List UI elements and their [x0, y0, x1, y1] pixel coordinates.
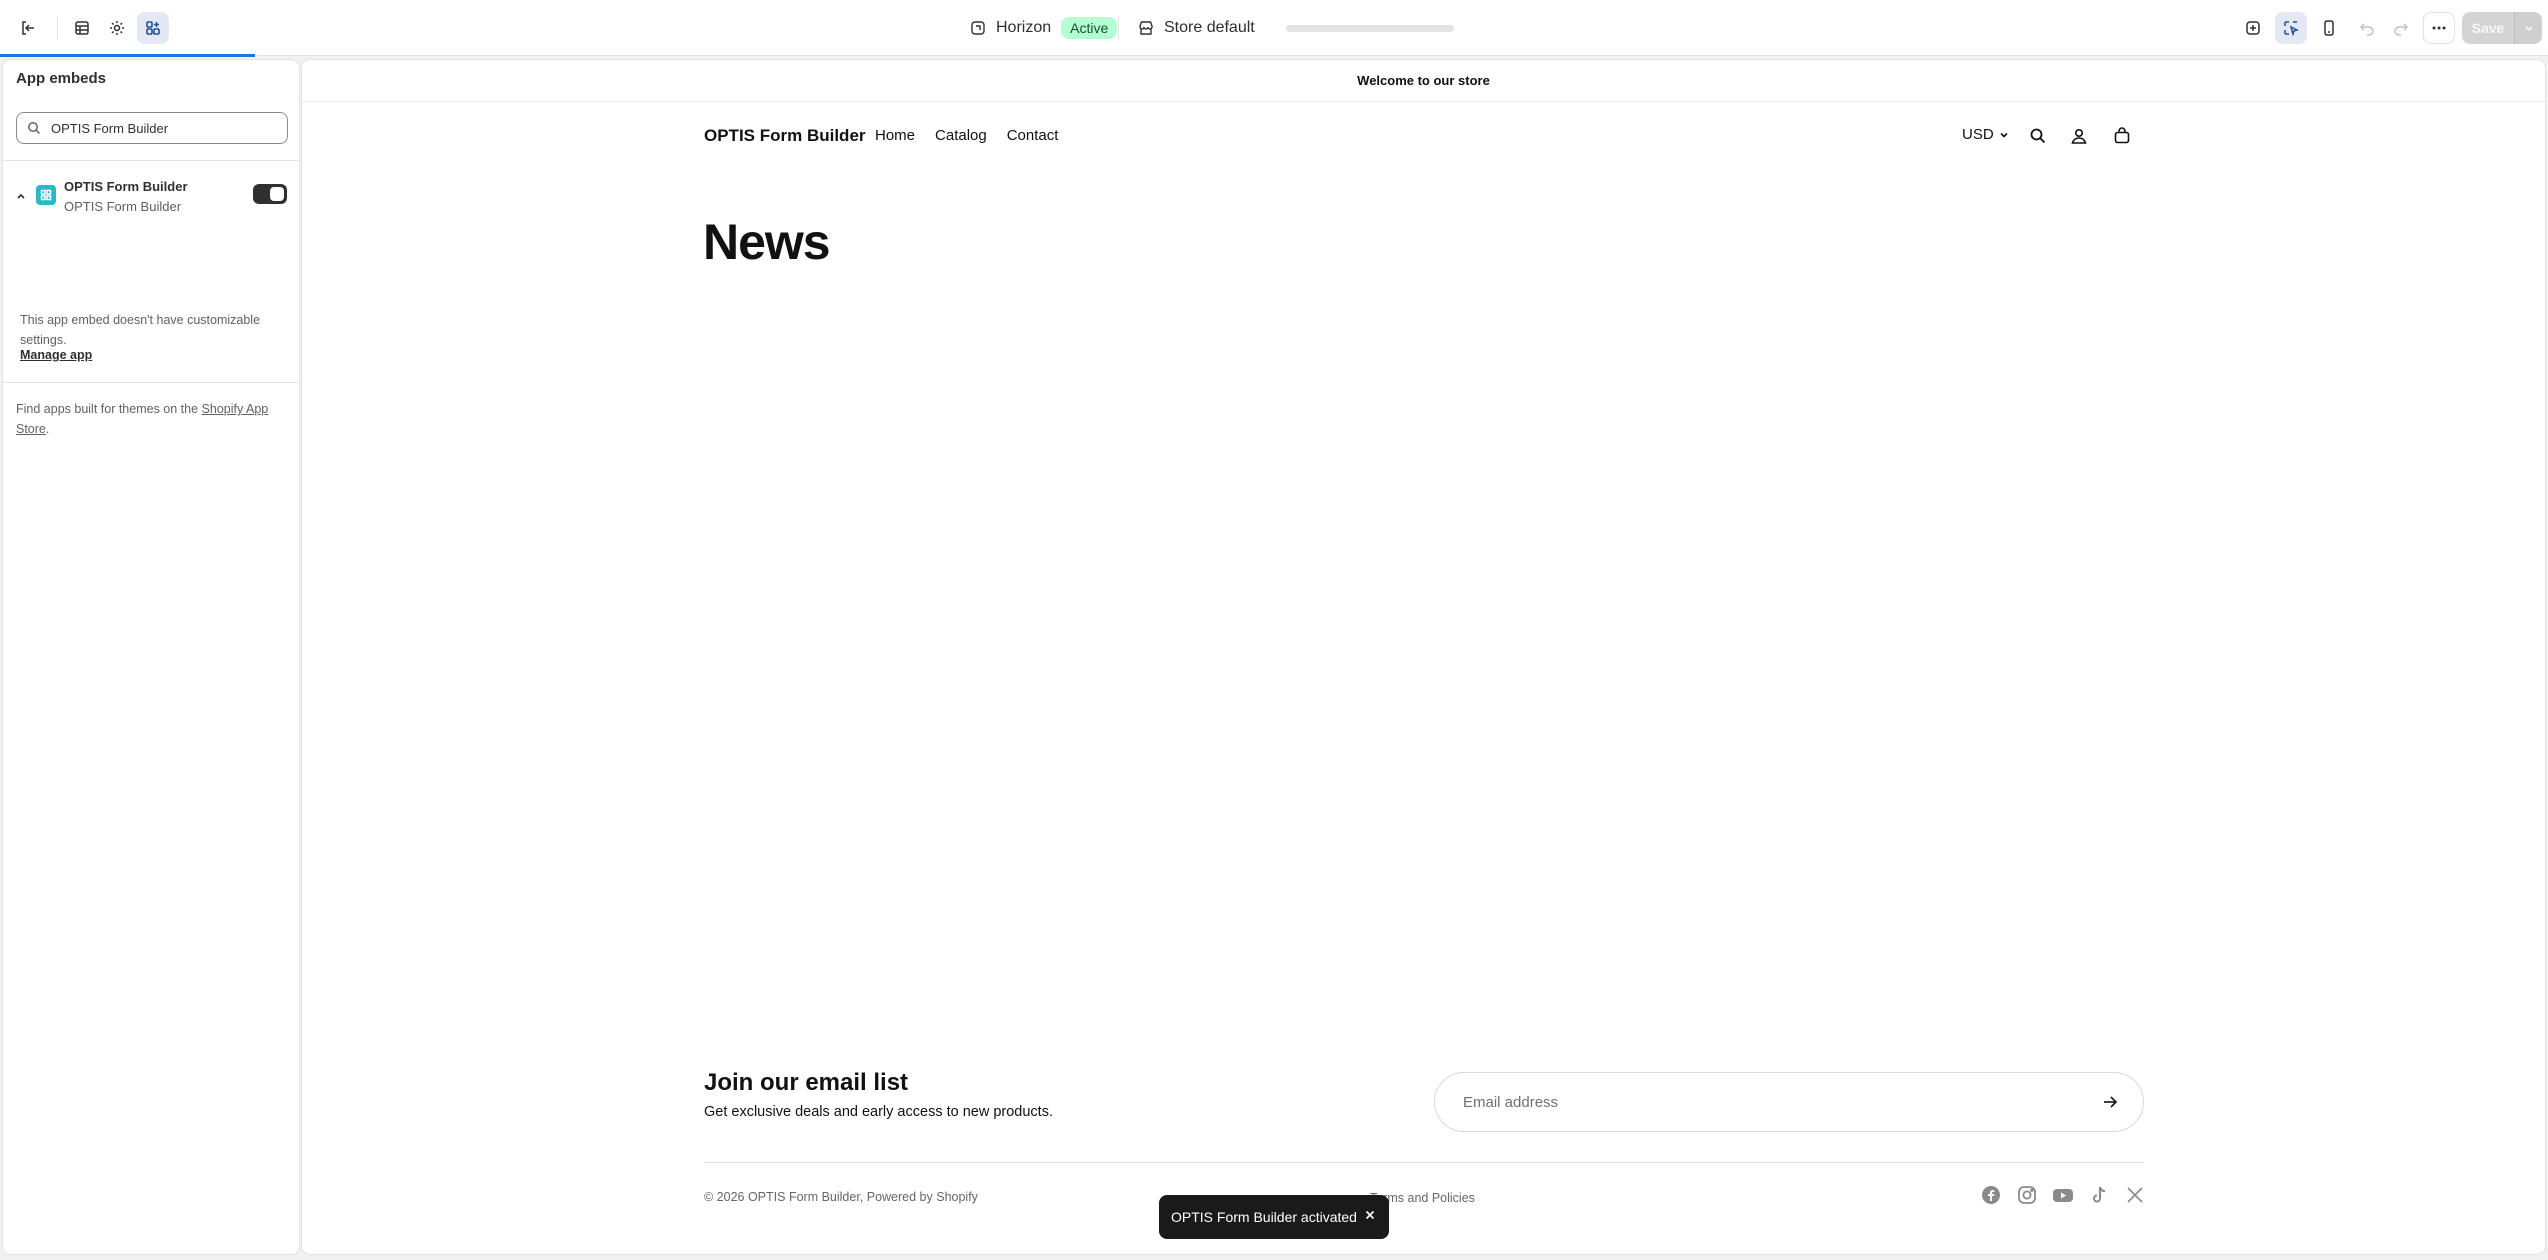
panel-divider: [3, 160, 299, 161]
loading-progress-bar: [0, 54, 255, 57]
chevron-down-icon: [1998, 129, 2010, 141]
app-embed-name: OPTIS Form Builder: [64, 179, 188, 194]
theme-name: Horizon: [996, 19, 1052, 36]
newsletter-title: Join our email list: [704, 1069, 909, 1096]
store-logo-text[interactable]: OPTIS Form Builder: [704, 126, 866, 146]
storefront-preview: Welcome to our store OPTIS Form Builder …: [302, 60, 2545, 1254]
undo-icon[interactable]: [2351, 12, 2383, 44]
settings-gear-icon[interactable]: [101, 12, 133, 44]
redo-icon[interactable]: [2385, 12, 2417, 44]
manage-app-link[interactable]: Manage app: [20, 348, 92, 362]
activation-toast: OPTIS Form Builder activated: [1159, 1195, 1389, 1239]
tiktok-icon[interactable]: [2088, 1184, 2110, 1206]
store-nav: Home Catalog Contact: [875, 127, 1058, 144]
find-apps-text: Find apps built for themes on the Shopif…: [16, 402, 269, 436]
account-icon[interactable]: [2067, 124, 2091, 148]
search-input[interactable]: [51, 120, 271, 136]
facebook-icon[interactable]: [1980, 1184, 2002, 1206]
nav-link-catalog[interactable]: Catalog: [935, 127, 987, 144]
store-context-selector[interactable]: Store default: [1138, 14, 1255, 42]
app-embed-provider: OPTIS Form Builder: [64, 199, 182, 214]
email-field[interactable]: [1463, 1093, 2063, 1111]
search-icon[interactable]: [2026, 124, 2050, 148]
mobile-preview-icon[interactable]: [2313, 12, 2345, 44]
footer-divider: [704, 1162, 2144, 1163]
announcement-bar: Welcome to our store: [302, 60, 2545, 102]
nav-link-home[interactable]: Home: [875, 127, 915, 144]
youtube-icon[interactable]: [2052, 1184, 2074, 1206]
collapse-chevron-up-icon[interactable]: [15, 190, 27, 202]
save-button[interactable]: Save: [2462, 12, 2514, 44]
app-embeds-icon[interactable]: [137, 12, 169, 44]
newsletter-subtitle: Get exclusive deals and early access to …: [704, 1104, 1053, 1120]
nav-link-contact[interactable]: Contact: [1007, 127, 1059, 144]
toast-message: OPTIS Form Builder activated: [1171, 1209, 1357, 1225]
social-links: [1980, 1184, 2146, 1206]
newsletter-form: [1434, 1072, 2144, 1132]
app-embeds-panel: App embeds OPTIS Form Builder OPTIS Form…: [3, 60, 299, 1254]
sections-icon[interactable]: [66, 12, 98, 44]
topbar-divider: [1118, 16, 1119, 40]
store-context-label: Store default: [1164, 19, 1255, 36]
instagram-icon[interactable]: [2016, 1184, 2038, 1206]
save-options-chevron-down-icon[interactable]: [2514, 12, 2542, 44]
theme-selector[interactable]: Horizon Active: [970, 14, 1118, 42]
editor-topbar: Horizon Active Store default Save: [0, 0, 2548, 56]
topbar-divider: [57, 16, 58, 40]
embed-settings-note: This app embed doesn't have customizable…: [20, 313, 261, 347]
footer-copyright: © 2026 OPTIS Form Builder, Powered by Sh…: [704, 1190, 978, 1204]
theme-status-badge: Active: [1061, 17, 1118, 39]
currency-selector[interactable]: USD: [1962, 126, 2010, 143]
save-button-group: Save: [2462, 12, 2542, 44]
close-icon[interactable]: [1363, 1208, 1377, 1222]
theme-icon: [970, 20, 986, 36]
currency-label: USD: [1962, 126, 1994, 143]
select-element-icon[interactable]: [2275, 12, 2307, 44]
panel-divider: [3, 382, 299, 383]
search-icon: [27, 121, 41, 135]
inspector-icon[interactable]: [2237, 12, 2269, 44]
cart-bag-icon[interactable]: [2110, 124, 2134, 148]
page-title: News: [703, 214, 831, 270]
exit-icon[interactable]: [12, 12, 44, 44]
page-selector-loading: [1286, 25, 1454, 32]
app-search-field[interactable]: [16, 112, 288, 144]
x-icon[interactable]: [2124, 1184, 2146, 1206]
optis-app-icon: [36, 185, 56, 205]
app-embed-toggle[interactable]: [253, 184, 287, 204]
arrow-right-icon[interactable]: [2101, 1093, 2119, 1111]
store-icon: [1138, 20, 1154, 36]
panel-title: App embeds: [16, 70, 107, 87]
more-actions-icon[interactable]: [2423, 12, 2455, 44]
